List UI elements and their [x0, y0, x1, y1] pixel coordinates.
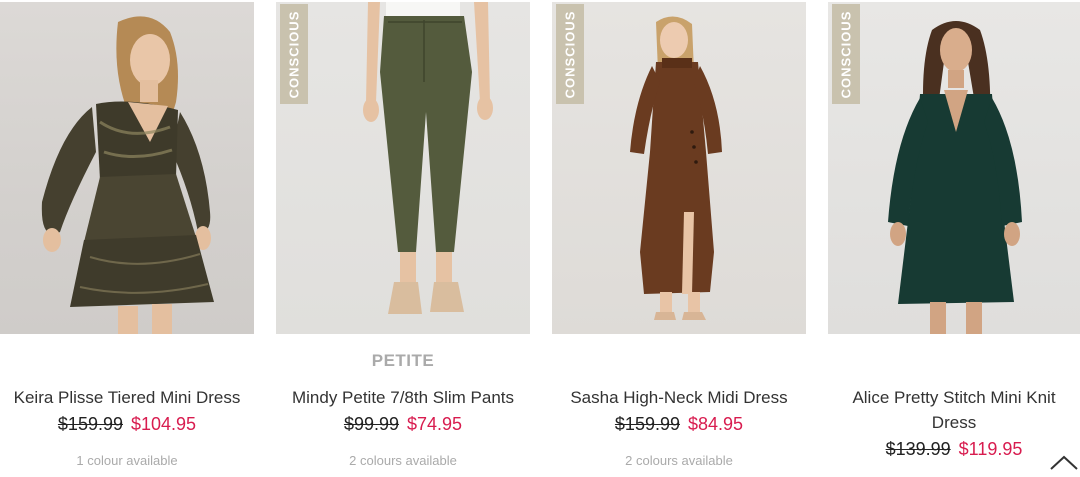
sale-price: $84.95	[688, 414, 744, 434]
colour-availability[interactable]: 1 colour available	[0, 453, 254, 468]
scroll-to-top-button[interactable]	[1049, 452, 1079, 472]
product-card[interactable]: CONSCIOUS Sasha High-Neck Midi Dress $15…	[552, 0, 806, 472]
product-card[interactable]: CONSCIOUS Alice Pretty Stitch Mini Knit …	[828, 0, 1080, 472]
product-image[interactable]: CONSCIOUS	[552, 2, 806, 334]
original-price: $139.99	[885, 439, 951, 459]
petite-label: PETITE	[371, 351, 435, 370]
original-price: $159.99	[614, 414, 680, 434]
product-name[interactable]: Sasha High-Neck Midi Dress	[552, 385, 806, 410]
sale-price: $104.95	[131, 414, 197, 434]
product-name[interactable]: Alice Pretty Stitch Mini Knit Dress	[828, 385, 1080, 435]
product-name[interactable]: Mindy Petite 7/8th Slim Pants	[276, 385, 530, 410]
sale-price: $119.95	[958, 439, 1023, 459]
conscious-badge: CONSCIOUS	[832, 4, 860, 104]
conscious-badge: CONSCIOUS	[280, 4, 308, 104]
original-price: $99.99	[343, 414, 399, 434]
product-prices: $159.99 $104.95	[0, 413, 254, 435]
product-image[interactable]	[0, 2, 254, 334]
product-card[interactable]: CONSCIOUS PETITE Mindy Petite 7/8th Slim…	[276, 0, 530, 472]
product-prices: $159.99 $84.95	[552, 413, 806, 435]
product-name[interactable]: Keira Plisse Tiered Mini Dress	[0, 385, 254, 410]
original-price: $159.99	[57, 414, 123, 434]
product-card[interactable]: Keira Plisse Tiered Mini Dress $159.99 $1…	[0, 0, 254, 472]
product-image[interactable]: CONSCIOUS	[828, 2, 1080, 334]
colour-availability[interactable]: 2 colours available	[552, 453, 806, 468]
product-image[interactable]: CONSCIOUS	[276, 2, 530, 334]
colour-availability[interactable]: 2 colours available	[276, 453, 530, 468]
chevron-up-icon	[1050, 455, 1078, 470]
product-prices: $99.99 $74.95	[276, 413, 530, 435]
product-grid: Keira Plisse Tiered Mini Dress $159.99 $1…	[0, 0, 1080, 472]
sale-price: $74.95	[407, 414, 463, 434]
product-prices: $139.99 $119.95	[828, 438, 1080, 460]
conscious-badge: CONSCIOUS	[556, 4, 584, 104]
